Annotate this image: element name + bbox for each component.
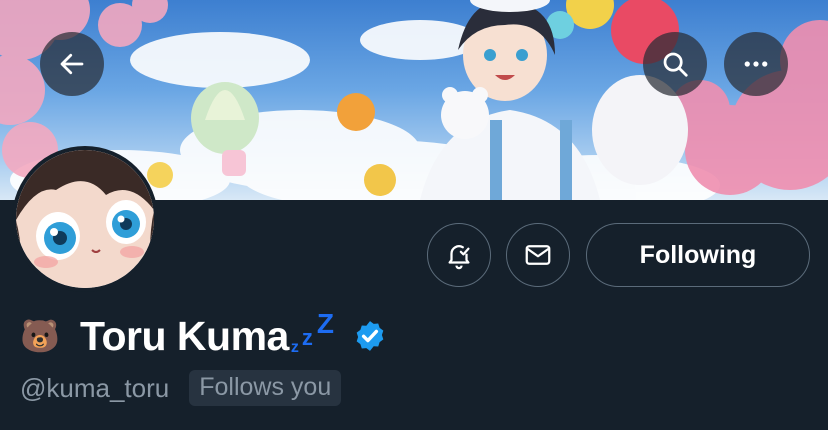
display-name: Toru Kuma [80, 312, 289, 359]
search-icon [663, 52, 688, 77]
verified-badge-icon[interactable] [353, 319, 387, 353]
zzz-large: Z [316, 308, 334, 339]
zzz-small: z [290, 339, 299, 356]
back-button[interactable] [40, 32, 104, 96]
follows-you-badge: Follows you [189, 370, 342, 406]
bear-emoji: 🐻 [20, 318, 60, 354]
following-label: Following [639, 240, 757, 269]
avatar[interactable] [12, 146, 158, 292]
more-button[interactable] [724, 32, 788, 96]
notifications-button[interactable] [427, 223, 491, 287]
display-name-row: 🐻 Toru Kuma z z Z [20, 310, 387, 362]
search-button[interactable] [643, 32, 707, 96]
zzz-medium: z [301, 325, 313, 350]
handle-row: @kuma_toru Follows you [20, 370, 342, 406]
sleep-zzz-icon: z z Z [291, 310, 343, 362]
more-horizontal-icon [744, 61, 768, 67]
arrow-left-icon [60, 53, 84, 75]
username-handle: @kuma_toru [20, 372, 170, 403]
following-button[interactable]: Following [586, 223, 810, 287]
envelope-icon [525, 245, 551, 265]
message-button[interactable] [506, 223, 570, 287]
bell-check-icon [448, 245, 470, 270]
avatar-illustration [16, 150, 154, 288]
